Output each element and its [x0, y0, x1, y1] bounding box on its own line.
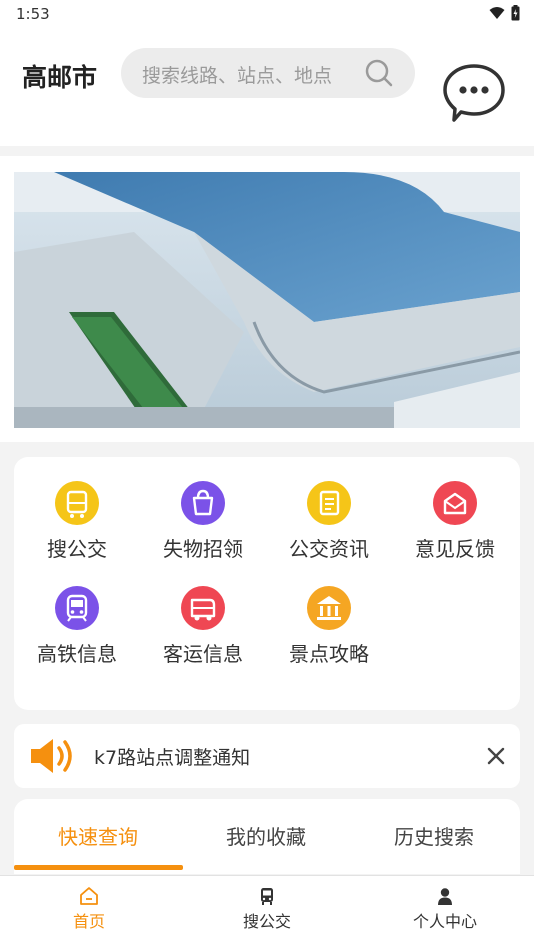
service-label: 景点攻略 — [289, 642, 369, 666]
tab-history[interactable]: 历史搜索 — [350, 821, 518, 850]
nav-profile[interactable]: 个人中心 — [356, 886, 534, 932]
bus-card-icon — [55, 481, 99, 525]
landmark-icon — [307, 586, 351, 630]
service-attractions[interactable]: 景点攻略 — [266, 586, 392, 686]
service-feedback[interactable]: 意见反馈 — [392, 481, 518, 581]
user-icon — [438, 888, 452, 905]
bus-icon — [261, 888, 273, 905]
service-label: 搜公交 — [47, 537, 107, 561]
close-icon[interactable] — [484, 744, 508, 768]
speaker-icon — [31, 739, 72, 773]
status-bar: 1:53 — [0, 0, 534, 28]
service-label: 公交资讯 — [289, 537, 369, 561]
nav-home[interactable]: 首页 — [0, 886, 178, 932]
city-selector[interactable]: 高邮市 — [22, 58, 97, 94]
service-label: 失物招领 — [163, 537, 243, 561]
battery-icon — [511, 5, 520, 21]
bag-icon — [181, 481, 225, 525]
message-icon[interactable] — [442, 62, 506, 124]
search-placeholder: 搜索线路、站点、地点 — [142, 65, 333, 87]
service-coach[interactable]: 客运信息 — [140, 586, 266, 686]
service-search-bus[interactable]: 搜公交 — [14, 481, 140, 581]
coach-icon — [181, 586, 225, 630]
query-tabs: 快速查询 我的收藏 历史搜索 — [14, 799, 520, 874]
nav-search-bus[interactable]: 搜公交 — [178, 886, 356, 932]
services-grid: 搜公交 失物招领 公交资讯 意见反馈 高铁信息 客运信息 景点攻略 — [14, 457, 520, 710]
bottom-navigation: 首页 搜公交 个人中心 — [0, 875, 534, 950]
service-label: 意见反馈 — [415, 537, 495, 561]
service-lost-found[interactable]: 失物招领 — [140, 481, 266, 581]
news-icon — [307, 481, 351, 525]
search-icon — [365, 59, 393, 87]
nav-label: 首页 — [72, 912, 105, 931]
service-highspeed-rail[interactable]: 高铁信息 — [14, 586, 140, 686]
nav-label: 个人中心 — [412, 912, 477, 931]
header: 高邮市 搜索线路、站点、地点 — [0, 28, 534, 146]
service-label: 客运信息 — [163, 642, 243, 666]
search-input[interactable]: 搜索线路、站点、地点 — [121, 48, 415, 98]
feedback-icon — [433, 481, 477, 525]
notice-text[interactable]: k7路站点调整通知 — [94, 743, 250, 770]
status-time: 1:53 — [16, 5, 50, 23]
status-icons — [489, 5, 520, 21]
service-label: 高铁信息 — [37, 642, 117, 666]
banner-image[interactable] — [14, 172, 520, 428]
banner-section — [0, 156, 534, 442]
tab-quick-query[interactable]: 快速查询 — [14, 821, 182, 850]
home-icon — [80, 887, 98, 905]
train-icon — [55, 586, 99, 630]
tab-favorites[interactable]: 我的收藏 — [182, 821, 350, 850]
active-tab-indicator — [14, 865, 183, 870]
wifi-icon — [489, 7, 505, 19]
notice-bar[interactable]: k7路站点调整通知 — [14, 724, 520, 788]
service-bus-news[interactable]: 公交资讯 — [266, 481, 392, 581]
nav-label: 搜公交 — [242, 912, 291, 931]
